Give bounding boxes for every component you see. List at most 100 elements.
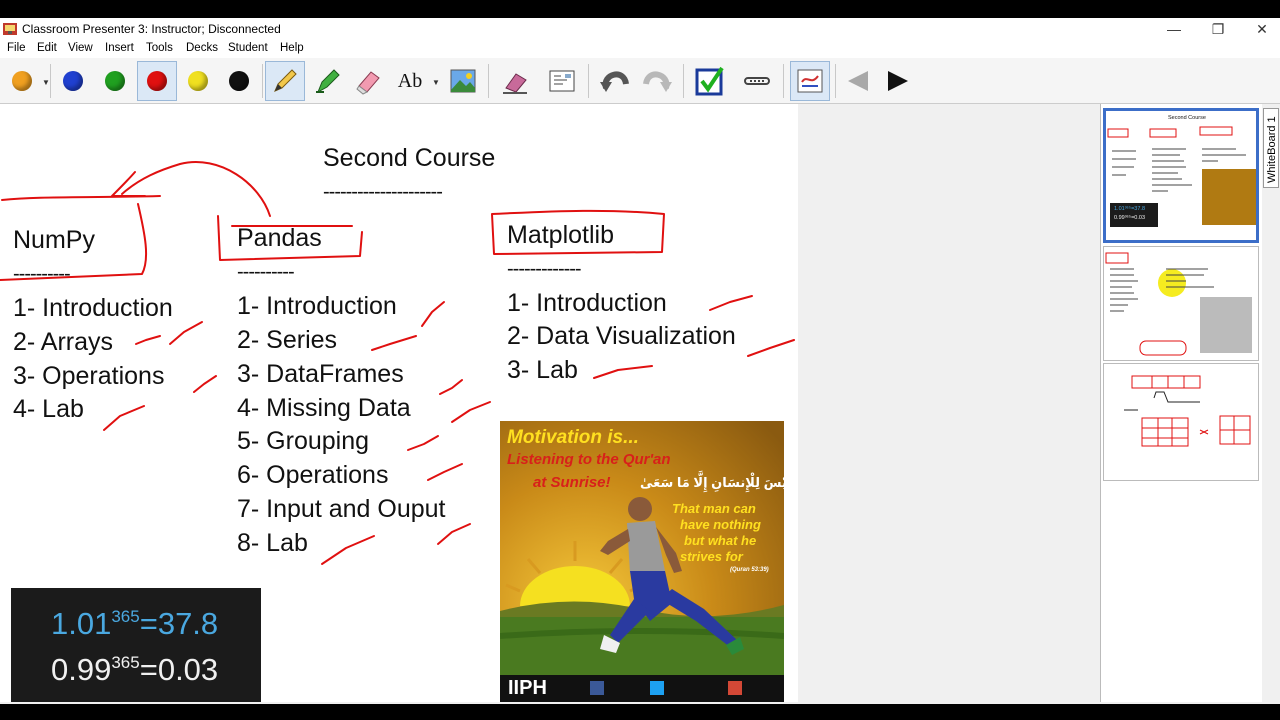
green-pen-icon <box>105 71 125 91</box>
text-tool-label: Ab <box>397 69 423 92</box>
matplotlib-item: 1- Introduction <box>507 289 667 317</box>
highlighter-icon <box>316 69 340 94</box>
image-icon <box>450 69 476 93</box>
pen-orange-button[interactable] <box>2 61 42 101</box>
clear-ink-button[interactable] <box>495 61 535 101</box>
app-icon <box>3 23 17 35</box>
menu-bar: File Edit View Insert Tools Decks Studen… <box>0 40 1280 58</box>
matplotlib-item: 3- Lab <box>507 356 578 384</box>
poster-quote: That man can <box>672 501 756 516</box>
numpy-underline: ---------- <box>13 263 71 285</box>
twitter-icon <box>650 681 664 695</box>
numpy-item: 2- Arrays <box>13 328 114 356</box>
deck-tab-column: WhiteBoard 1 <box>1262 104 1280 702</box>
poster-line3: at Sunrise! <box>533 474 611 491</box>
motivation-poster: Motivation is... Listening to the Qur'an… <box>500 421 784 702</box>
pencil-tool-button[interactable] <box>265 61 305 101</box>
classroom-presenter-window: Classroom Presenter 3: Instructor; Disco… <box>0 18 1280 704</box>
formula-line-1: 1.01365=37.8 <box>51 606 219 641</box>
filmstrip-toggle-button[interactable] <box>790 61 830 101</box>
redo-icon <box>643 71 672 92</box>
pen-blue-button[interactable] <box>53 61 93 101</box>
undo-icon <box>600 71 629 92</box>
poster-citation: (Quran 53:39) <box>730 567 769 573</box>
menu-insert[interactable]: Insert <box>105 42 134 54</box>
thumbnail-lines <box>1107 126 1246 192</box>
whiteboard-tab-label: WhiteBoard 1 <box>1266 116 1278 183</box>
menu-student[interactable]: Student <box>228 42 268 54</box>
restore-icon: ❐ <box>1211 20 1225 37</box>
minimize-button[interactable]: — <box>1152 18 1196 40</box>
numpy-item: 3- Operations <box>13 362 165 390</box>
whiteboard-tab[interactable]: WhiteBoard 1 <box>1263 108 1279 188</box>
insert-image-button[interactable] <box>443 61 483 101</box>
pen-yellow-button[interactable] <box>178 61 218 101</box>
poster-line2: Listening to the Qur'an <box>507 451 671 468</box>
arrow-left-icon <box>848 71 868 91</box>
restore-button[interactable]: ❐ <box>1196 18 1240 40</box>
pandas-item: 8- Lab <box>237 529 308 557</box>
pandas-item: 7- Input and Ouput <box>237 495 446 523</box>
poster-quote: but what he <box>684 533 757 548</box>
slide-preview-icon <box>797 69 823 93</box>
menu-help[interactable]: Help <box>280 42 304 54</box>
pandas-item: 5- Grouping <box>237 427 370 455</box>
slide-thumbnail-3[interactable] <box>1103 363 1259 481</box>
previous-slide-button[interactable] <box>838 61 878 101</box>
slide-canvas[interactable]: Second Course --------------------- NumP… <box>0 104 798 702</box>
eraser-icon <box>356 71 380 95</box>
pen-red-button[interactable] <box>137 61 177 101</box>
menu-tools[interactable]: Tools <box>146 42 173 54</box>
checkbox-icon <box>695 66 724 96</box>
minimize-icon: — <box>1167 21 1181 37</box>
pen-green-button[interactable] <box>95 61 135 101</box>
eraser-tool-button[interactable] <box>349 61 389 101</box>
submit-button[interactable] <box>690 61 730 101</box>
menu-decks[interactable]: Decks <box>186 42 218 54</box>
slide-thumbnail-1[interactable]: Second Course 1.01³⁶⁵=37.8 0.99³⁶⁵=0.03 <box>1103 108 1259 243</box>
next-slide-button[interactable] <box>878 61 918 101</box>
poster-quote: strives for <box>680 549 743 564</box>
matplotlib-item: 2- Data Visualization <box>507 322 736 350</box>
thumbnail-3-content <box>1124 375 1251 447</box>
whiteboard-button[interactable] <box>542 61 582 101</box>
pandas-underline: ---------- <box>237 261 295 283</box>
close-button[interactable]: ✕ <box>1240 18 1280 40</box>
numpy-heading: NumPy <box>13 226 95 254</box>
matplotlib-heading: Matplotlib <box>507 221 614 249</box>
highlighter-tool-button[interactable] <box>307 61 347 101</box>
window-title: Classroom Presenter 3: Instructor; Disco… <box>22 22 281 36</box>
undo-button[interactable] <box>595 61 635 101</box>
link-button[interactable] <box>737 61 777 101</box>
workspace-background <box>798 104 1100 702</box>
formula-line-2: 0.99365=0.03 <box>51 652 219 687</box>
pandas-heading: Pandas <box>237 224 322 252</box>
numpy-item: 4- Lab <box>13 395 84 423</box>
close-icon: ✕ <box>1256 20 1268 37</box>
red-pen-icon <box>147 71 167 91</box>
redo-button[interactable] <box>637 61 677 101</box>
link-icon <box>744 77 770 85</box>
slide-title: Second Course <box>323 144 496 172</box>
pandas-item: 3- DataFrames <box>237 360 404 388</box>
pen-dropdown-icon[interactable]: ▼ <box>42 78 50 87</box>
pen-black-button[interactable] <box>219 61 259 101</box>
arrow-right-icon <box>888 71 908 91</box>
toolbar: ▼ Ab ▼ <box>0 58 1280 104</box>
blue-pen-icon <box>63 71 83 91</box>
slide-icon <box>549 70 575 92</box>
thumbnail-2-content <box>1105 252 1252 356</box>
title-bar: Classroom Presenter 3: Instructor; Disco… <box>0 18 1280 40</box>
slide-title-underline: --------------------- <box>323 181 443 203</box>
pandas-item: 2- Series <box>237 326 338 354</box>
text-tool-button[interactable]: Ab <box>390 61 430 101</box>
menu-edit[interactable]: Edit <box>37 42 57 54</box>
facebook-icon <box>590 681 604 695</box>
google-plus-icon <box>728 681 742 695</box>
pencil-icon <box>274 69 297 92</box>
menu-file[interactable]: File <box>7 42 26 54</box>
pandas-item: 4- Missing Data <box>237 394 411 422</box>
menu-view[interactable]: View <box>68 42 93 54</box>
slide-thumbnail-2[interactable] <box>1103 246 1259 361</box>
text-dropdown-icon[interactable]: ▼ <box>432 78 440 87</box>
